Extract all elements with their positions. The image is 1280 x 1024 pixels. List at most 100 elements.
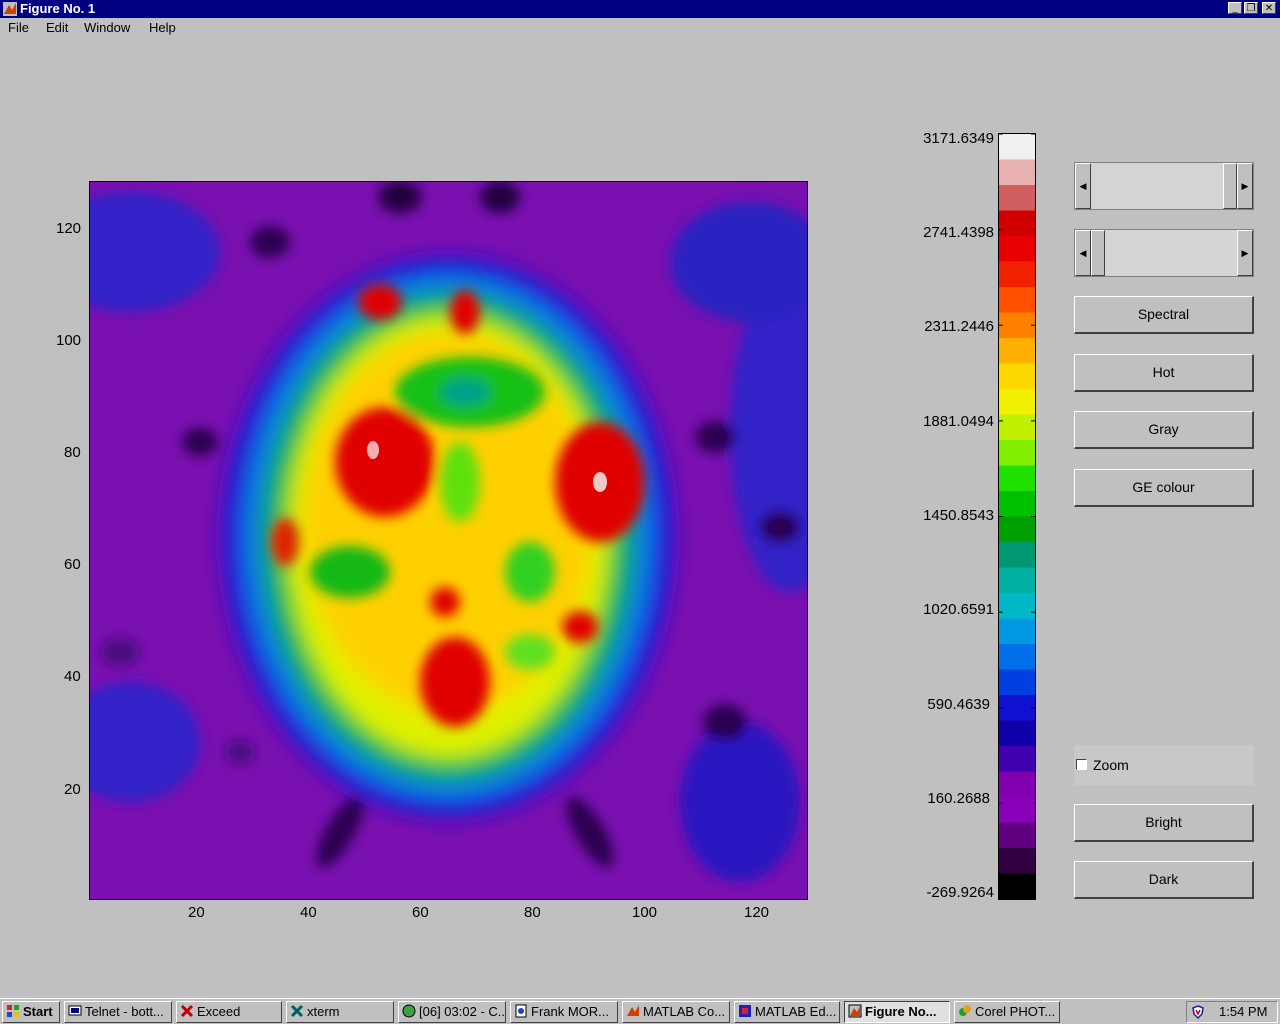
colorbar-band [999,695,1035,722]
colorbar-band [999,797,1035,824]
colorbar-band [999,236,1035,263]
start-button[interactable]: Start [2,1001,60,1023]
slider-right-arrow-icon[interactable]: ▶ [1237,230,1253,276]
task-telnet[interactable]: Telnet - bott... [64,1001,172,1023]
matlab-figure-icon [848,1004,862,1018]
task-label: MATLAB Co... [643,1004,726,1019]
clock[interactable]: 1:54 PM [1219,1004,1267,1019]
brain-scan-image[interactable] [89,181,808,900]
colorbar-band [999,593,1035,620]
task-label: Figure No... [865,1004,937,1019]
colorbar-tick-label: 1450.8543 [923,507,994,524]
colorbar-band [999,134,1035,161]
zoom-checkbox[interactable] [1076,759,1087,770]
y-tick-label: 20 [64,781,81,798]
colorbar-band [999,848,1035,875]
zoom-checkbox-frame: Zoom [1074,745,1254,785]
slider-track[interactable] [1091,230,1237,276]
task-corel[interactable]: Corel PHOT... [954,1001,1060,1023]
ge-colour-button[interactable]: GE colour [1074,469,1254,507]
exceed-x-icon [180,1004,194,1018]
colorbar-band [999,465,1035,492]
colorbar-band [999,618,1035,645]
document-icon [515,1004,527,1018]
slider-left-arrow-icon[interactable]: ◀ [1075,163,1091,209]
menu-edit[interactable]: Edit [46,20,68,35]
gray-button[interactable]: Gray [1074,411,1254,449]
task-matlab-editor[interactable]: MATLAB Ed... [734,1001,840,1023]
matlab-editor-icon [739,1005,751,1017]
corel-icon [959,1005,971,1016]
x-tick-label: 80 [524,904,541,921]
colorbar-band [999,771,1035,798]
task-frank[interactable]: Frank MOR... [510,1001,618,1023]
colorbar-gradient [999,134,1035,899]
colorbar-band [999,389,1035,416]
y-tick-label: 80 [64,444,81,461]
task-label: Exceed [197,1004,241,1019]
task-figure[interactable]: Figure No... [844,1001,950,1023]
heatmap-canvas [90,182,807,899]
colorbar-band [999,185,1035,212]
lower-level-slider[interactable]: ◀ ▶ [1074,229,1254,277]
colorbar-tick-label: 590.4639 [927,696,990,713]
colorbar-band [999,720,1035,747]
task-exceed[interactable]: Exceed [176,1001,282,1023]
menu-help[interactable]: Help [149,20,176,35]
y-tick-label: 40 [64,668,81,685]
colorbar-tick-label: -269.9264 [926,884,994,901]
y-tick-label: 120 [56,220,82,237]
taskbar: Start Telnet - bott... Exceed xterm [06]… [0,998,1280,1024]
menu-file[interactable]: File [8,20,29,35]
colorbar-band [999,159,1035,186]
x-tick-label: 100 [632,904,658,921]
start-label: Start [23,1004,53,1019]
slider-right-arrow-icon[interactable]: ▶ [1237,163,1253,209]
spectral-button[interactable]: Spectral [1074,296,1254,334]
shield-icon[interactable] [1191,1005,1205,1019]
matlab-figure-icon [3,2,17,16]
colorbar-tick-label: 2311.2446 [924,318,994,335]
menu-bar: File Edit Window Help [0,18,1280,38]
colorbar-band [999,516,1035,543]
restore-button[interactable]: ❐ [1244,2,1258,14]
slider-thumb[interactable] [1223,163,1237,209]
task-clock-app[interactable]: [06] 03:02 - C... [398,1001,506,1023]
menu-window[interactable]: Window [84,20,130,35]
y-tick-label: 60 [64,556,81,573]
window-title: Figure No. 1 [20,1,96,16]
hot-button[interactable]: Hot [1074,354,1254,392]
y-tick-label: 100 [56,332,82,349]
task-label: MATLAB Ed... [755,1004,837,1019]
colorbar-band [999,491,1035,518]
x-tick-label: 40 [300,904,317,921]
x-tick-label: 120 [744,904,770,921]
colorbar-band [999,338,1035,365]
minimize-button[interactable]: _ [1228,2,1242,14]
bright-button[interactable]: Bright [1074,804,1254,842]
close-button[interactable]: ✕ [1262,2,1276,14]
slider-thumb[interactable] [1091,230,1105,276]
matlab-icon [627,1005,639,1016]
title-bar: Figure No. 1 _ ❐ ✕ [0,0,1280,18]
upper-level-slider[interactable]: ◀ ▶ [1074,162,1254,210]
windows-logo-icon [7,1005,19,1017]
colorbar-band [999,669,1035,696]
x-tick-label: 20 [188,904,205,921]
task-matlab-command[interactable]: MATLAB Co... [622,1001,730,1023]
slider-track[interactable] [1091,163,1237,209]
slider-left-arrow-icon[interactable]: ◀ [1075,230,1091,276]
zoom-label[interactable]: Zoom [1093,757,1129,773]
colorbar-band [999,873,1035,899]
colorbar-tick-label: 3171.6349 [923,130,994,147]
colorbar-band [999,440,1035,467]
task-xterm[interactable]: xterm [286,1001,394,1023]
colorbar-tick-label: 1020.6591 [923,601,994,618]
dark-button[interactable]: Dark [1074,861,1254,899]
colorbar-band [999,822,1035,849]
colorbar-band [999,746,1035,773]
system-tray: 1:54 PM [1186,1001,1278,1023]
task-label: Corel PHOT... [975,1004,1056,1019]
colorbar-band [999,312,1035,339]
colorbar-band [999,261,1035,288]
